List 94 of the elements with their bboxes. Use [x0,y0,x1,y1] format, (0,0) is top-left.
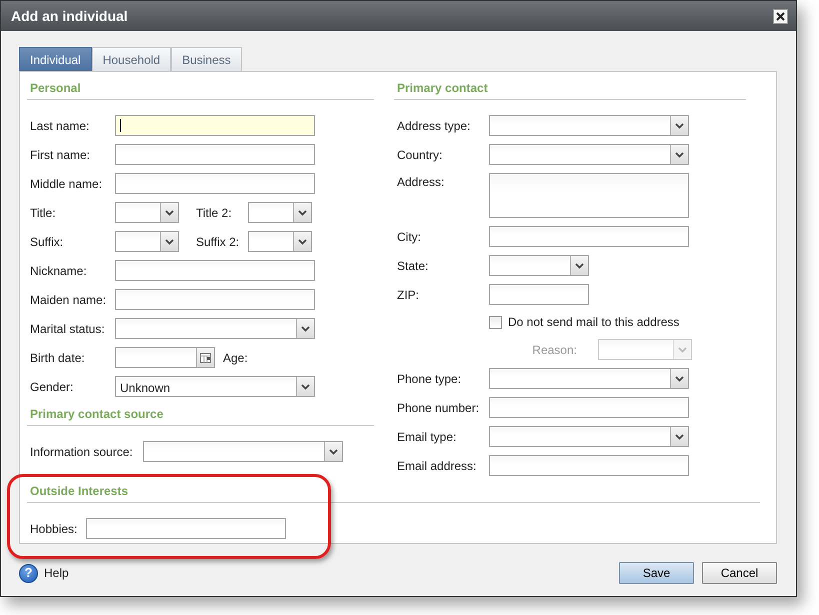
chevron-down-icon [675,376,684,382]
field-label: Title: [30,204,57,222]
chevron-down-icon [301,326,310,332]
help-link[interactable]: Help [44,564,69,582]
dialog-button[interactable]: Save [619,562,694,584]
section-heading: Outside Interests [27,484,760,503]
dropdown-field[interactable]: Unknown [115,376,315,397]
dropdown-button[interactable] [293,203,311,222]
close-icon [776,12,785,20]
tab[interactable]: Business [171,47,242,71]
window-title: Add an individual [11,6,128,26]
dropdown-field[interactable] [248,231,312,252]
dropdown-button[interactable] [570,256,588,275]
dropdown-field[interactable] [489,255,589,276]
field-label: Nickname: [30,262,88,280]
text-field[interactable] [115,289,315,310]
field-label: State: [397,258,430,274]
dropdown-button[interactable] [160,203,178,222]
chevron-down-icon [678,346,687,352]
dialog-button[interactable]: Cancel [702,562,777,584]
field-label: Suffix: [30,234,64,250]
chevron-down-icon [165,210,174,216]
field-label: Address: [397,174,446,191]
chevron-down-icon [165,238,174,244]
chevron-down-icon [675,152,684,158]
field-label: Maiden name: [30,292,108,308]
dropdown-field[interactable] [489,426,689,447]
section-heading: Primary contact source [27,407,374,426]
text-field[interactable] [86,518,286,539]
dropdown-field[interactable] [115,202,179,223]
text-area[interactable] [489,173,689,218]
field-label: Gender: [30,378,74,396]
dropdown-button[interactable] [670,369,688,388]
field-label: Last name: [30,118,90,134]
dropdown-field[interactable] [115,318,315,339]
chevron-down-icon [298,238,307,244]
section-heading: Primary contact [394,81,746,100]
field-label: Do not send mail to this address [508,314,680,331]
dropdown-button[interactable] [670,116,688,135]
field-label: Email address: [397,458,478,474]
text-cursor [120,119,121,132]
dropdown-button[interactable] [296,319,314,338]
text-field[interactable] [115,144,315,165]
dropdown-field[interactable] [489,144,689,165]
chevron-down-icon [675,434,684,440]
dropdown-button[interactable] [670,145,688,164]
text-field[interactable] [115,115,315,136]
dropdown-button[interactable] [293,232,311,251]
field-label: Hobbies: [30,520,78,538]
text-field[interactable] [489,397,689,418]
dropdown-button[interactable] [160,232,178,251]
field-label: Birth date: [30,350,86,366]
field-label: Country: [397,146,444,164]
field-label: Phone number: [397,400,480,416]
dropdown-field[interactable] [489,115,689,136]
dropdown-field[interactable] [489,368,689,389]
dropdown-field[interactable] [248,202,312,223]
field-label: Age: [223,350,248,366]
text-field[interactable] [489,226,689,247]
dropdown-field[interactable] [115,231,179,252]
date-field[interactable] [115,347,215,368]
calendar-icon [200,352,211,362]
tab[interactable]: Household [92,47,172,71]
tab[interactable]: Individual [19,47,92,71]
chevron-down-icon [298,210,307,216]
chevron-down-icon [301,384,310,390]
field-label: Phone type: [397,370,462,388]
text-field[interactable] [115,260,315,281]
field-label: Marital status: [30,320,106,338]
section-heading: Personal [27,81,374,100]
text-field[interactable] [115,173,315,194]
calendar-button[interactable] [196,348,214,367]
close-button[interactable] [773,8,788,24]
text-field[interactable] [489,455,689,476]
field-label: Suffix 2: [196,234,240,250]
text-field[interactable] [489,284,589,305]
dropdown-field[interactable] [143,441,343,462]
field-value: Unknown [120,380,170,396]
field-label: Email type: [397,428,458,446]
field-label: ZIP: [397,286,420,304]
field-label: Middle name: [30,176,104,192]
dropdown-button[interactable] [324,442,342,461]
dropdown-button[interactable] [296,377,314,396]
field-label: Reason: [532,342,577,358]
field-label: Address type: [397,118,472,134]
chevron-down-icon [675,122,684,128]
chevron-down-icon [329,448,338,454]
chevron-down-icon [575,262,584,268]
checkbox[interactable] [489,316,502,328]
field-label: First name: [30,146,92,164]
dropdown-button[interactable] [670,427,688,446]
field-label: Title 2: [196,204,233,222]
field-label: Information source: [30,444,134,460]
field-label: City: [397,228,422,246]
